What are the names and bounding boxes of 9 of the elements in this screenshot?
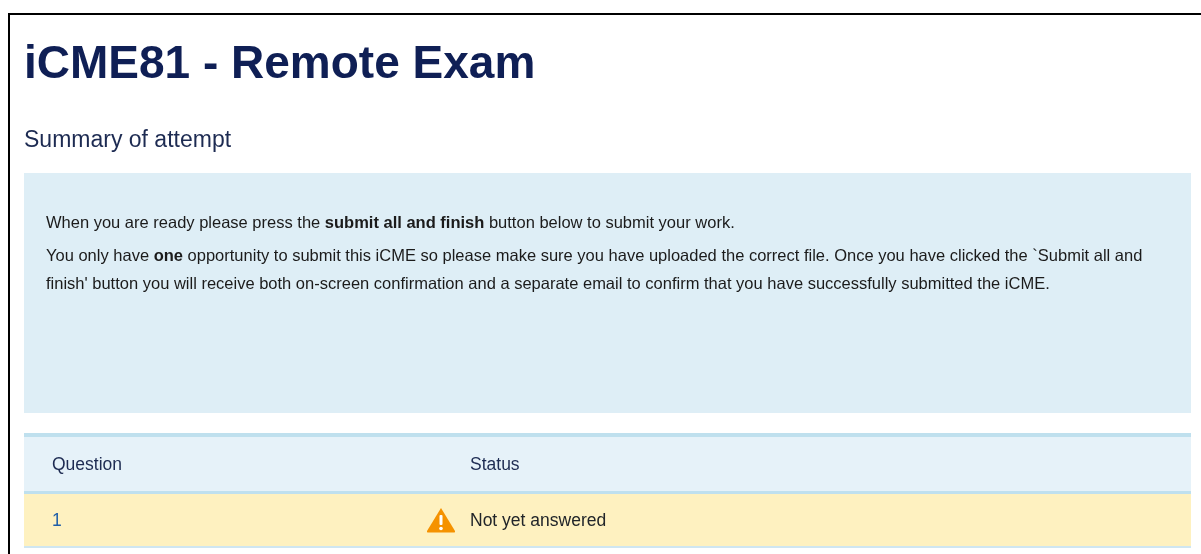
info-paragraph: You only have one opportunity to submit this iCME so please make sure you have uploaded the correct file. Once you have clicked the `Submit all and finish' button you will receive both on-screen confirmation and a separate email to confirm that you have successfully submitted the iCME. [46, 245, 1144, 294]
column-header: Status [470, 453, 520, 477]
question-link[interactable]: 1 [52, 507, 62, 534]
warning-icon [426, 507, 456, 534]
section-heading: Summary of attempt [24, 125, 233, 154]
info-paragraph: When you are ready please press the submit all and finish button below to submit your work. [46, 212, 736, 234]
status-text: Not yet answered [470, 509, 607, 533]
column-header: Question [51, 453, 124, 477]
page-title: iCME81 - Remote Exam [24, 37, 537, 88]
